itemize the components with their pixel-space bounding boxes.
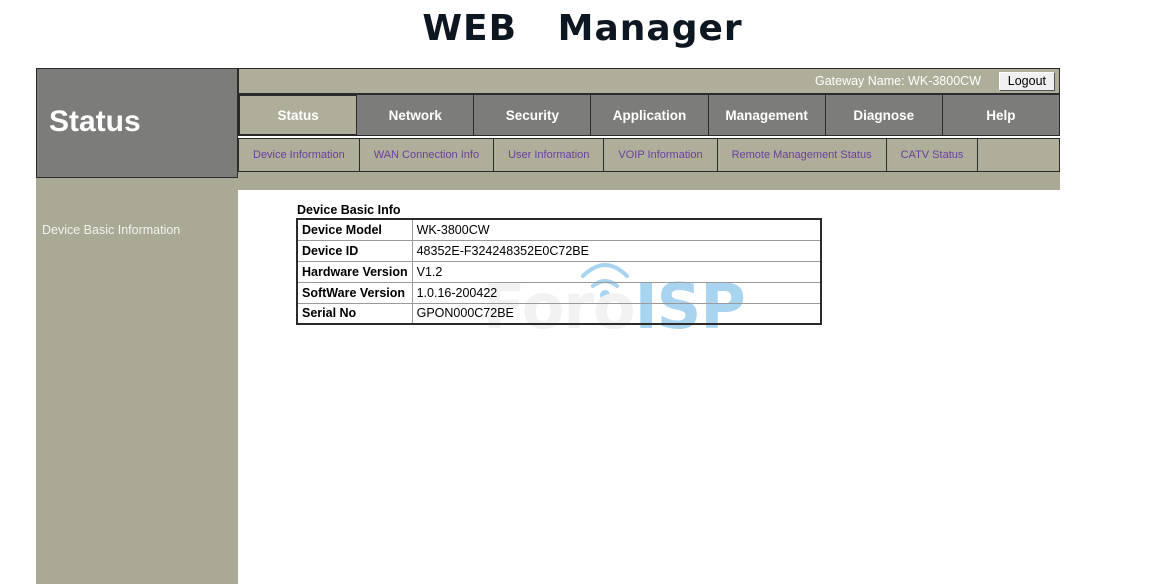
logout-button[interactable]: Logout	[998, 72, 1055, 91]
content-top-strip	[238, 172, 1060, 190]
top-bar: Gateway Name: WK-3800CW Logout	[238, 68, 1060, 94]
table-row: Device ID 48352E-F324248352E0C72BE	[296, 239, 822, 262]
row-value-device-id: 48352E-F324248352E0C72BE	[411, 239, 822, 262]
tab-diagnose[interactable]: Diagnose	[825, 95, 943, 135]
content-area: ForoISP Device Basic Info Device Model W…	[238, 190, 1165, 584]
subnav-item-wan-connection-info[interactable]: WAN Connection Info	[359, 139, 495, 171]
table-row: Device Model WK-3800CW	[296, 218, 822, 241]
sidebar-header-label: Status	[49, 105, 141, 138]
row-value-software-version: 1.0.16-200422	[411, 281, 822, 304]
subnav-item-remote-management-status[interactable]: Remote Management Status	[717, 139, 887, 171]
page-title: WEB Manager	[422, 8, 743, 49]
table-row: SoftWare Version 1.0.16-200422	[296, 281, 822, 304]
row-label-software-version: SoftWare Version	[296, 281, 413, 304]
tab-security[interactable]: Security	[474, 95, 592, 135]
table-row: Hardware Version V1.2	[296, 260, 822, 283]
row-label-hardware-version: Hardware Version	[296, 260, 413, 283]
subnav-filler	[978, 139, 1059, 171]
tab-status[interactable]: Status	[239, 95, 358, 135]
tab-application[interactable]: Application	[591, 95, 709, 135]
subnav-item-catv-status[interactable]: CATV Status	[886, 139, 979, 171]
tab-help[interactable]: Help	[942, 95, 1059, 135]
table-row: Serial No GPON000C72BE	[296, 302, 822, 325]
sidebar-header: Status	[36, 68, 238, 178]
device-basic-info-table: Device Model WK-3800CW Device ID 48352E-…	[296, 218, 822, 325]
web-manager-page: WEB Manager Status Device Basic Informat…	[0, 0, 1165, 584]
row-label-device-model: Device Model	[296, 218, 413, 241]
row-label-serial-no: Serial No	[296, 302, 413, 325]
sidebar-menu: Device Basic Information	[42, 220, 232, 240]
subnav-item-user-information[interactable]: User Information	[494, 139, 605, 171]
row-value-device-model: WK-3800CW	[411, 218, 822, 241]
gateway-name-label: Gateway Name: WK-3800CW	[814, 74, 981, 88]
subnav-item-voip-information[interactable]: VOIP Information	[604, 139, 718, 171]
tab-network[interactable]: Network	[357, 95, 475, 135]
section-title: Device Basic Info	[297, 203, 401, 217]
sidebar-item-device-basic-information[interactable]: Device Basic Information	[42, 220, 232, 240]
sub-navigation: Device Information WAN Connection Info U…	[238, 138, 1060, 172]
tab-management[interactable]: Management	[708, 95, 826, 135]
row-label-device-id: Device ID	[296, 239, 413, 262]
row-value-serial-no: GPON000C72BE	[411, 302, 822, 325]
main-navigation: Status Network Security Application Mana…	[238, 94, 1060, 136]
row-value-hardware-version: V1.2	[411, 260, 822, 283]
subnav-item-device-information[interactable]: Device Information	[239, 139, 360, 171]
